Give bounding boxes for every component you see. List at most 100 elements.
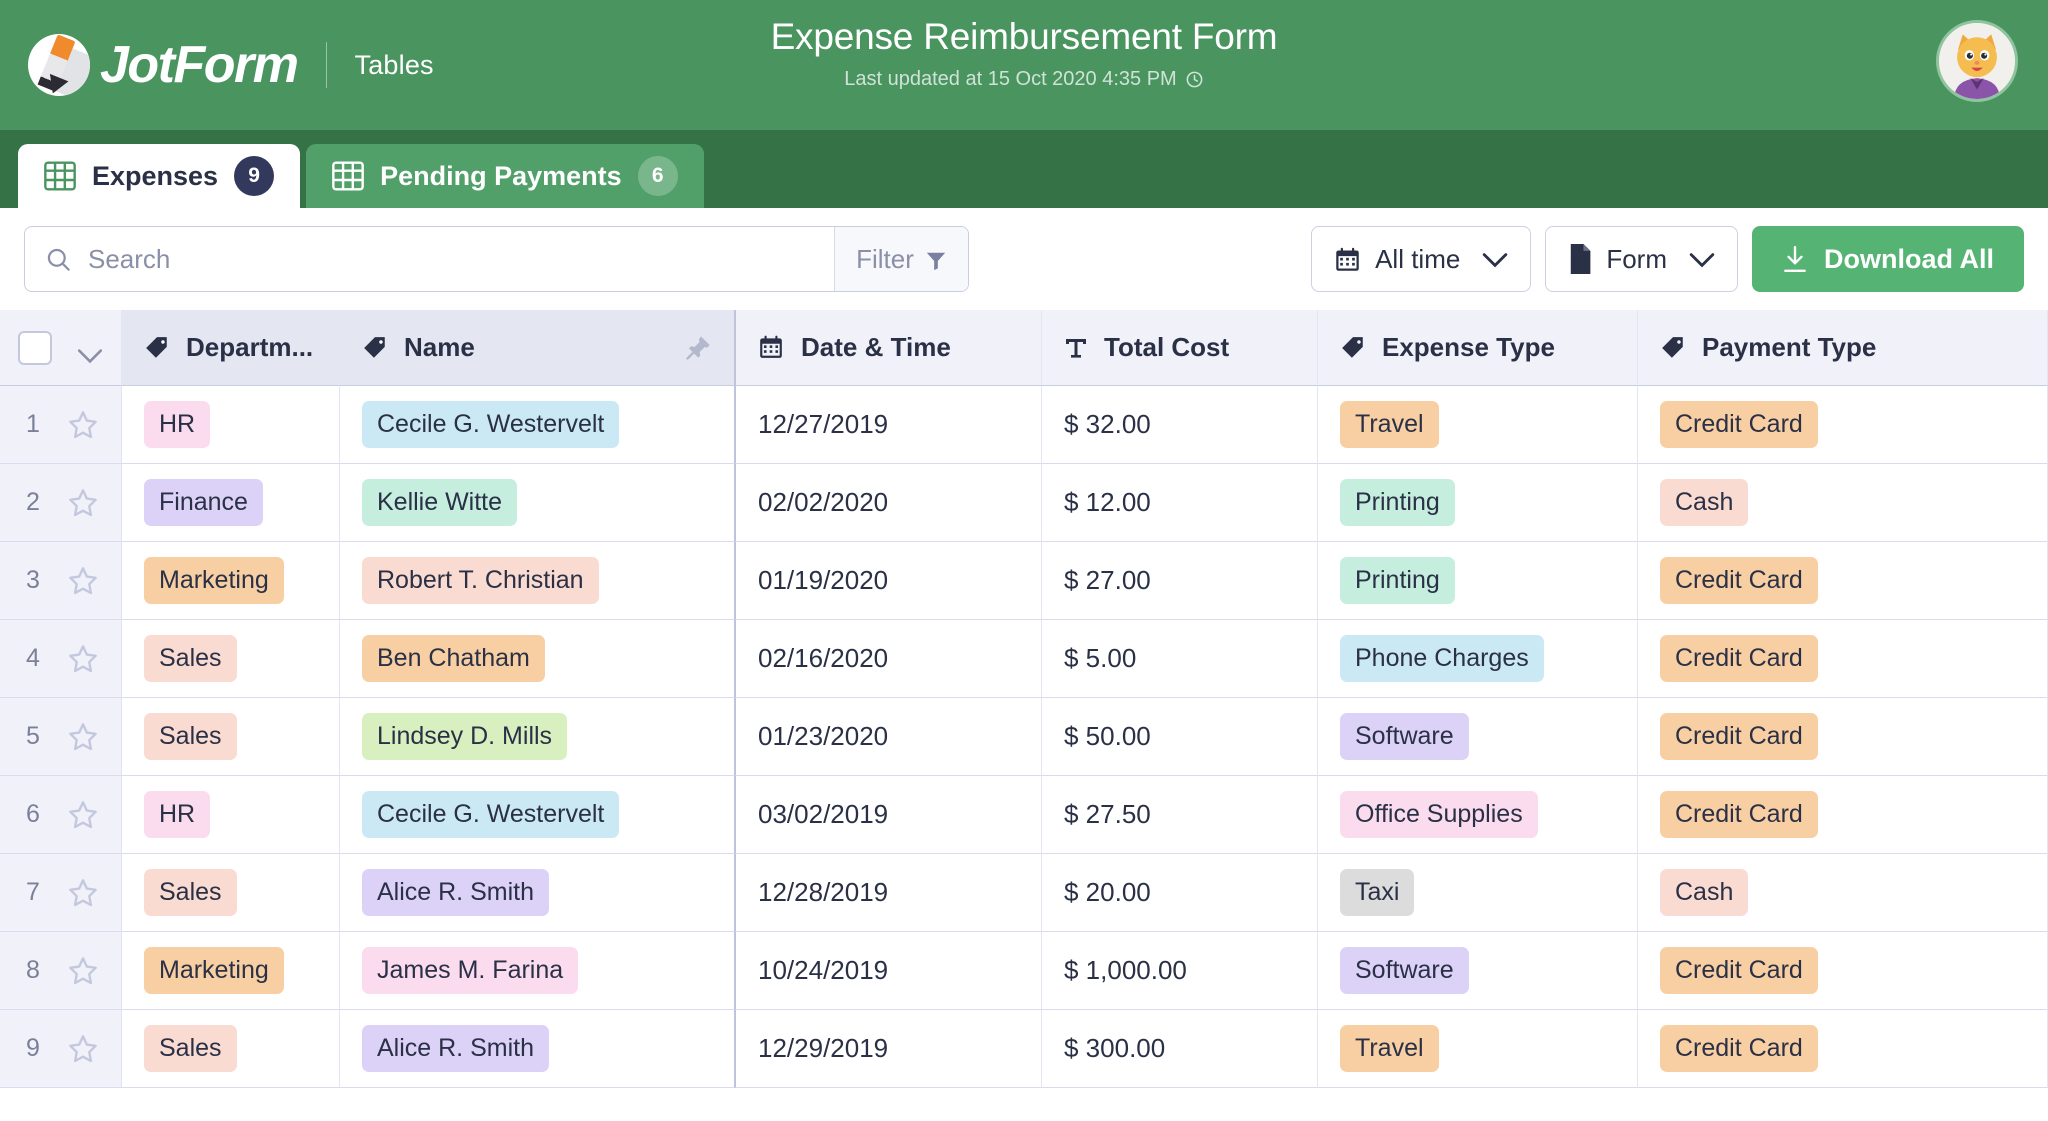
cell-date[interactable]: 02/02/2020 bbox=[736, 464, 1042, 542]
star-icon[interactable] bbox=[67, 643, 99, 675]
cell-payment-type[interactable]: Credit Card bbox=[1638, 1010, 2048, 1088]
table-row[interactable]: 1 HR Cecile G. Westervelt 12/27/2019 $ 32.00… bbox=[0, 386, 2048, 464]
cell-chip: Robert T. Christian bbox=[362, 557, 599, 604]
cell-payment-type[interactable]: Credit Card bbox=[1638, 698, 2048, 776]
cell-department[interactable]: Sales bbox=[122, 620, 340, 698]
column-header-name[interactable]: Name bbox=[340, 310, 736, 386]
cell-payment-type[interactable]: Credit Card bbox=[1638, 932, 2048, 1010]
filter-button[interactable]: Filter bbox=[834, 227, 968, 291]
download-all-button[interactable]: Download All bbox=[1752, 226, 2024, 292]
table-row[interactable]: 5 Sales Lindsey D. Mills 01/23/2020 $ 50.00 S… bbox=[0, 698, 2048, 776]
cell-expense-type[interactable]: Phone Charges bbox=[1318, 620, 1638, 698]
cell-payment-type[interactable]: Credit Card bbox=[1638, 386, 2048, 464]
cell-name[interactable]: Ben Chatham bbox=[340, 620, 736, 698]
avatar[interactable] bbox=[1936, 20, 2018, 102]
cell-text: 02/02/2020 bbox=[758, 487, 889, 517]
cell-expense-type[interactable]: Taxi bbox=[1318, 854, 1638, 932]
cell-name[interactable]: James M. Farina bbox=[340, 932, 736, 1010]
cell-cost[interactable]: $ 5.00 bbox=[1042, 620, 1318, 698]
search-field[interactable] bbox=[25, 227, 834, 291]
cell-payment-type[interactable]: Cash bbox=[1638, 464, 2048, 542]
star-icon[interactable] bbox=[67, 565, 99, 597]
cell-cost[interactable]: $ 27.50 bbox=[1042, 776, 1318, 854]
cell-date[interactable]: 03/02/2019 bbox=[736, 776, 1042, 854]
cell-name[interactable]: Cecile G. Westervelt bbox=[340, 386, 736, 464]
cell-cost[interactable]: $ 1,000.00 bbox=[1042, 932, 1318, 1010]
cell-department[interactable]: Marketing bbox=[122, 932, 340, 1010]
column-header-date[interactable]: Date & Time bbox=[736, 310, 1042, 386]
date-filter-button[interactable]: All time bbox=[1311, 226, 1532, 292]
source-filter-button[interactable]: Form bbox=[1545, 226, 1738, 292]
tab-expenses[interactable]: Expenses 9 bbox=[18, 144, 301, 208]
table-row[interactable]: 6 HR Cecile G. Westervelt 03/02/2019 $ 27.50… bbox=[0, 776, 2048, 854]
select-all-header[interactable] bbox=[0, 310, 122, 386]
cell-date[interactable]: 02/16/2020 bbox=[736, 620, 1042, 698]
cell-name[interactable]: Cecile G. Westervelt bbox=[340, 776, 736, 854]
star-icon[interactable] bbox=[67, 955, 99, 987]
star-icon[interactable] bbox=[67, 409, 99, 441]
cell-expense-type[interactable]: Software bbox=[1318, 932, 1638, 1010]
cell-cost[interactable]: $ 12.00 bbox=[1042, 464, 1318, 542]
cell-department[interactable]: Sales bbox=[122, 854, 340, 932]
star-icon[interactable] bbox=[67, 1033, 99, 1065]
cell-name[interactable]: Alice R. Smith bbox=[340, 854, 736, 932]
cell-name[interactable]: Alice R. Smith bbox=[340, 1010, 736, 1088]
search-input[interactable] bbox=[88, 243, 814, 275]
cell-cost[interactable]: $ 20.00 bbox=[1042, 854, 1318, 932]
cell-date[interactable]: 12/28/2019 bbox=[736, 854, 1042, 932]
cell-department[interactable]: Finance bbox=[122, 464, 340, 542]
cell-expense-type[interactable]: Travel bbox=[1318, 1010, 1638, 1088]
cell-name[interactable]: Kellie Witte bbox=[340, 464, 736, 542]
pin-icon[interactable] bbox=[684, 334, 712, 362]
column-header-expense-type[interactable]: Expense Type bbox=[1318, 310, 1638, 386]
cell-department[interactable]: Sales bbox=[122, 1010, 340, 1088]
cell-department[interactable]: HR bbox=[122, 776, 340, 854]
star-icon[interactable] bbox=[67, 487, 99, 519]
row-index-cell: 2 bbox=[0, 464, 122, 542]
cell-department[interactable]: HR bbox=[122, 386, 340, 464]
cell-payment-type[interactable]: Credit Card bbox=[1638, 542, 2048, 620]
star-icon[interactable] bbox=[67, 877, 99, 909]
row-number: 9 bbox=[26, 1034, 40, 1062]
table-row[interactable]: 2 Finance Kellie Witte 02/02/2020 $ 12.00 Pri… bbox=[0, 464, 2048, 542]
cell-expense-type[interactable]: Travel bbox=[1318, 386, 1638, 464]
cell-department[interactable]: Sales bbox=[122, 698, 340, 776]
chevron-down-icon[interactable] bbox=[77, 340, 103, 363]
cell-payment-type[interactable]: Cash bbox=[1638, 854, 2048, 932]
cell-expense-type[interactable]: Office Supplies bbox=[1318, 776, 1638, 854]
column-header-payment-type[interactable]: Payment Type bbox=[1638, 310, 2048, 386]
cell-cost[interactable]: $ 50.00 bbox=[1042, 698, 1318, 776]
cell-payment-type[interactable]: Credit Card bbox=[1638, 620, 2048, 698]
brand[interactable]: JotForm bbox=[28, 34, 299, 96]
table-row[interactable]: 3 Marketing Robert T. Christian 01/19/2020 $… bbox=[0, 542, 2048, 620]
cell-name[interactable]: Lindsey D. Mills bbox=[340, 698, 736, 776]
cell-expense-type[interactable]: Printing bbox=[1318, 542, 1638, 620]
table-row[interactable]: 4 Sales Ben Chatham 02/16/2020 $ 5.00 Phone C… bbox=[0, 620, 2048, 698]
cell-department[interactable]: Marketing bbox=[122, 542, 340, 620]
cell-cost[interactable]: $ 32.00 bbox=[1042, 386, 1318, 464]
star-icon[interactable] bbox=[67, 799, 99, 831]
cell-expense-type[interactable]: Printing bbox=[1318, 464, 1638, 542]
cell-cost[interactable]: $ 300.00 bbox=[1042, 1010, 1318, 1088]
cat-avatar-icon bbox=[1939, 23, 2015, 99]
cell-date[interactable]: 10/24/2019 bbox=[736, 932, 1042, 1010]
table-row[interactable]: 8 Marketing James M. Farina 10/24/2019 $ 1,0… bbox=[0, 932, 2048, 1010]
cell-cost[interactable]: $ 27.00 bbox=[1042, 542, 1318, 620]
cell-expense-type[interactable]: Software bbox=[1318, 698, 1638, 776]
select-all-checkbox[interactable] bbox=[18, 330, 52, 365]
tab-pending-payments[interactable]: Pending Payments 6 bbox=[306, 144, 704, 208]
table-row[interactable]: 9 Sales Alice R. Smith 12/29/2019 $ 300.00 Tr… bbox=[0, 1010, 2048, 1088]
cell-date[interactable]: 01/23/2020 bbox=[736, 698, 1042, 776]
cell-chip: Alice R. Smith bbox=[362, 1025, 549, 1072]
cell-date[interactable]: 12/29/2019 bbox=[736, 1010, 1042, 1088]
cell-date[interactable]: 12/27/2019 bbox=[736, 386, 1042, 464]
star-icon[interactable] bbox=[67, 721, 99, 753]
cell-payment-type[interactable]: Credit Card bbox=[1638, 776, 2048, 854]
table-row[interactable]: 7 Sales Alice R. Smith 12/28/2019 $ 20.00 Tax… bbox=[0, 854, 2048, 932]
column-header-cost[interactable]: Total Cost bbox=[1042, 310, 1318, 386]
cell-chip: Sales bbox=[144, 635, 237, 682]
column-header-department[interactable]: Departm... bbox=[122, 310, 340, 386]
toolbar: Filter All time Form bbox=[0, 208, 2048, 310]
cell-date[interactable]: 01/19/2020 bbox=[736, 542, 1042, 620]
cell-name[interactable]: Robert T. Christian bbox=[340, 542, 736, 620]
